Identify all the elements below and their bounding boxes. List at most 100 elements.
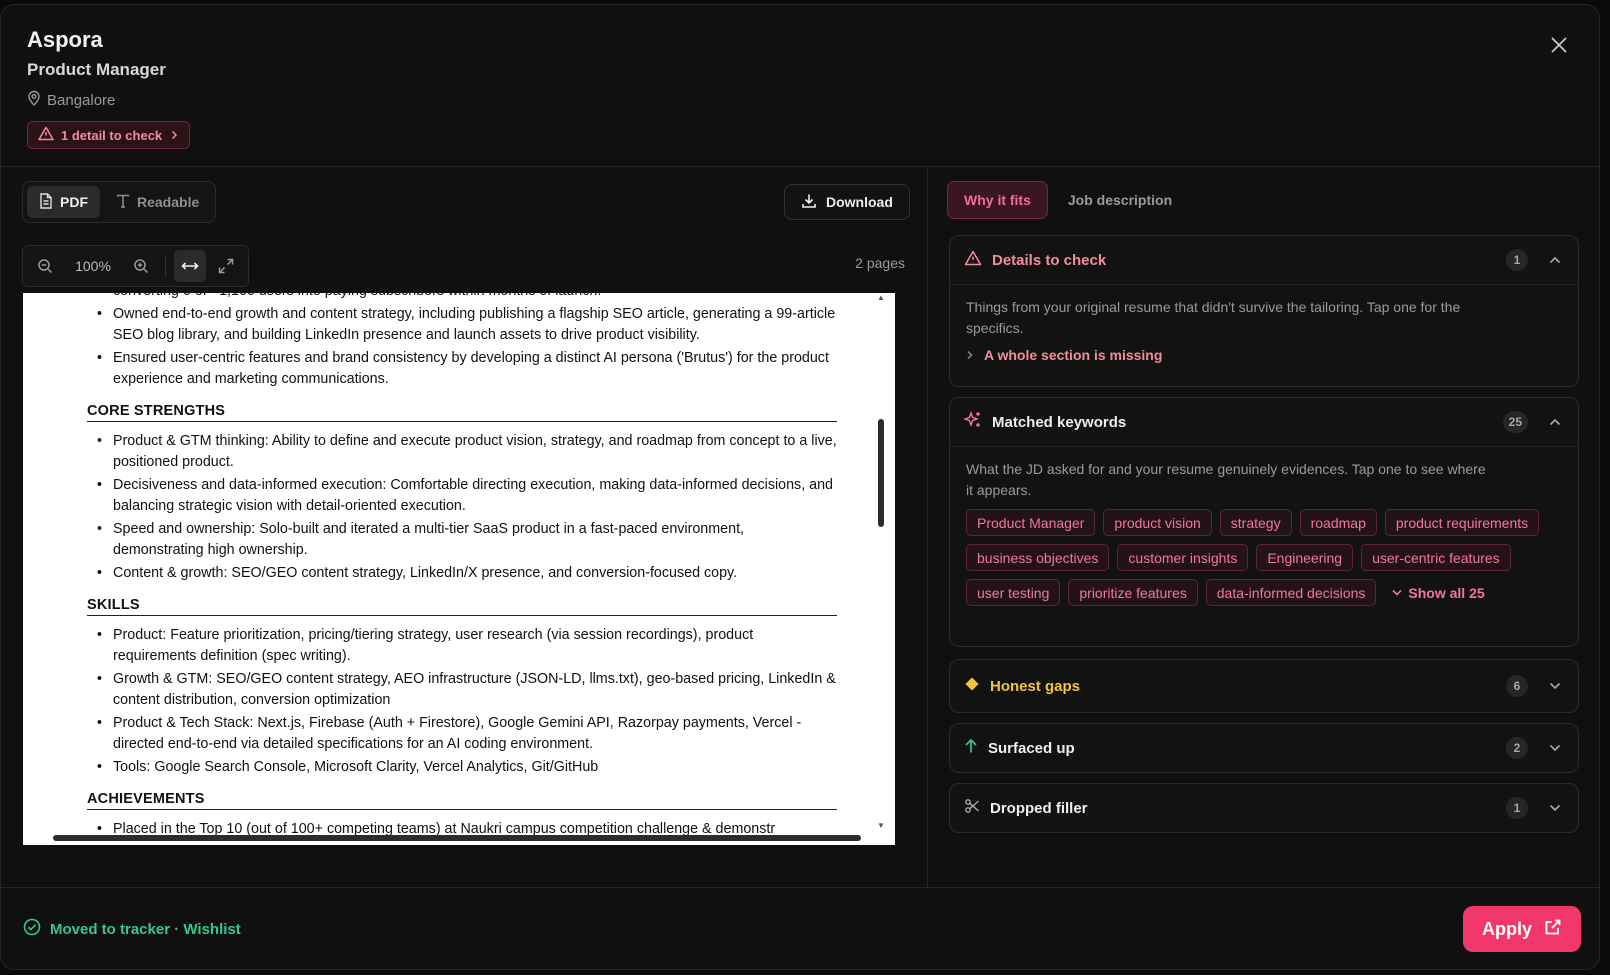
readable-mode-label: Readable — [137, 194, 200, 210]
map-pin-icon — [27, 90, 41, 110]
company-name: Aspora — [27, 27, 103, 52]
keyword-chip[interactable]: Product Manager — [966, 509, 1096, 536]
zoom-in-icon — [134, 259, 149, 274]
close-button[interactable] — [1545, 31, 1573, 59]
keywords-card-body: What the JD asked for and your resume ge… — [950, 446, 1578, 620]
page-count: 2 pages — [855, 255, 905, 271]
surfaced-card-title: Surfaced up — [988, 739, 1075, 757]
keyword-chip[interactable]: roadmap — [1299, 509, 1377, 536]
zoom-out-button[interactable] — [29, 250, 61, 282]
warning-icon — [38, 126, 54, 144]
keyword-chip-list: Product Manager product vision strategy … — [966, 509, 1566, 606]
panel-tabs: Why it fits Job description — [947, 181, 1188, 219]
details-card-header[interactable]: Details to check 1 — [950, 236, 1578, 284]
resume-bullet: Growth & GTM: SEO/GEO content strategy, … — [87, 669, 837, 711]
pdf-mode-button[interactable]: PDF — [27, 186, 100, 218]
zoom-level: 100% — [75, 258, 111, 274]
dropped-filler-card[interactable]: Dropped filler 1 — [949, 783, 1579, 833]
pdf-mode-label: PDF — [60, 194, 88, 210]
chevron-down-icon — [1392, 589, 1402, 596]
resume-content: converting 0 of ~1,100 users into paying… — [87, 293, 837, 842]
missing-section-label: A whole section is missing — [984, 347, 1163, 363]
resume-bullet: Content & growth: SEO/GEO content strate… — [87, 563, 837, 584]
chevron-up-icon — [1546, 251, 1564, 269]
keyword-chip[interactable]: user testing — [966, 579, 1061, 606]
modal-footer: Moved to tracker · Wishlist Apply — [1, 887, 1599, 969]
details-count-badge: 1 — [1506, 249, 1528, 271]
resume-bullet: Tools: Google Search Console, Microsoft … — [87, 757, 837, 778]
keyword-chip[interactable]: customer insights — [1117, 544, 1249, 571]
close-icon — [1551, 37, 1567, 53]
section-heading: SKILLS — [87, 597, 837, 616]
show-all-label: Show all 25 — [1408, 584, 1485, 601]
fit-width-button[interactable] — [174, 250, 206, 282]
tab-job-description[interactable]: Job description — [1052, 181, 1188, 219]
pdf-scroll-area[interactable]: converting 0 of ~1,100 users into paying… — [23, 293, 896, 845]
toolbar-divider — [165, 255, 166, 277]
show-all-keywords-button[interactable]: Show all 25 — [1384, 579, 1492, 606]
tab-why-it-fits[interactable]: Why it fits — [947, 181, 1048, 219]
keyword-chip[interactable]: product requirements — [1384, 509, 1540, 536]
missing-section-item[interactable]: A whole section is missing — [966, 347, 1562, 363]
scrollbar-thumb[interactable] — [878, 419, 884, 527]
matched-keywords-card: Matched keywords 25 What the JD asked fo… — [949, 397, 1579, 647]
surfaced-card-header[interactable]: Surfaced up 2 — [950, 724, 1578, 772]
keyword-chip[interactable]: strategy — [1219, 509, 1292, 536]
details-to-check-card: Details to check 1 Things from your orig… — [949, 235, 1579, 387]
resume-bullet: Owned end-to-end growth and content stra… — [87, 304, 837, 346]
keyword-chip[interactable]: user-centric features — [1361, 544, 1511, 571]
keyword-chip[interactable]: data-informed decisions — [1205, 579, 1377, 606]
apply-label: Apply — [1481, 918, 1532, 939]
honest-gaps-card[interactable]: Honest gaps 6 — [949, 659, 1579, 713]
modal-header: Aspora Product Manager Bangalore 1 detai… — [1, 5, 1599, 167]
download-icon — [801, 193, 817, 212]
details-pill-label: 1 detail to check — [61, 127, 163, 143]
warning-icon — [964, 250, 982, 271]
scroll-up-arrow[interactable]: ▲ — [877, 293, 885, 302]
keywords-card-header[interactable]: Matched keywords 25 — [950, 398, 1578, 446]
resume-bullet: converting 0 of ~1,100 users into paying… — [87, 293, 837, 302]
gaps-card-header[interactable]: Honest gaps 6 — [950, 660, 1578, 712]
details-card-body: Things from your original resume that di… — [950, 284, 1578, 377]
diamond-icon — [964, 676, 980, 697]
view-mode-toggle: PDF Readable — [22, 181, 217, 223]
section-heading: CORE STRENGTHS — [87, 403, 837, 422]
scrollbar-thumb[interactable] — [53, 835, 861, 841]
download-label: Download — [826, 194, 893, 210]
keyword-chip[interactable]: business objectives — [966, 544, 1110, 571]
resume-bullet: Ensured user-centric features and brand … — [87, 348, 837, 390]
gaps-count-badge: 6 — [1506, 675, 1528, 697]
dropped-card-header[interactable]: Dropped filler 1 — [950, 784, 1578, 832]
fullscreen-button[interactable] — [210, 250, 242, 282]
surfaced-count-badge: 2 — [1506, 737, 1528, 759]
keywords-description: What the JD asked for and your resume ge… — [966, 461, 1486, 498]
keyword-chip[interactable]: prioritize features — [1068, 579, 1198, 606]
keywords-count-badge: 25 — [1502, 411, 1528, 433]
vertical-scrollbar[interactable]: ▲ ▼ — [876, 293, 886, 833]
readable-mode-button[interactable]: Readable — [104, 186, 211, 218]
zoom-in-button[interactable] — [125, 250, 157, 282]
horizontal-scrollbar[interactable] — [23, 833, 896, 843]
resume-bullet: Product & Tech Stack: Next.js, Firebase … — [87, 713, 837, 755]
surfaced-up-card[interactable]: Surfaced up 2 — [949, 723, 1579, 773]
keyword-chip[interactable]: product vision — [1103, 509, 1212, 536]
details-to-check-pill[interactable]: 1 detail to check — [27, 121, 191, 149]
file-icon — [39, 192, 53, 212]
apply-button[interactable]: Apply — [1463, 906, 1581, 952]
download-button[interactable]: Download — [784, 184, 910, 220]
zoom-out-icon — [38, 259, 53, 274]
keyword-chip[interactable]: Engineering — [1256, 544, 1354, 571]
details-description: Things from your original resume that di… — [966, 299, 1461, 336]
location-label: Bangalore — [47, 91, 116, 109]
chevron-up-icon — [1546, 413, 1564, 431]
resume-bullet: Product & GTM thinking: Ability to defin… — [87, 431, 837, 473]
insights-panel: Why it fits Job description Details to c… — [929, 167, 1599, 887]
details-card-title: Details to check — [992, 251, 1107, 269]
gaps-card-title: Honest gaps — [990, 677, 1081, 695]
text-icon — [116, 194, 130, 211]
resume-bullet: Speed and ownership: Solo-built and iter… — [87, 519, 837, 561]
chevron-right-icon — [966, 347, 974, 363]
core-strengths-list: Product & GTM thinking: Ability to defin… — [87, 431, 837, 584]
scroll-down-arrow[interactable]: ▼ — [877, 821, 885, 830]
scissors-icon — [964, 798, 980, 819]
